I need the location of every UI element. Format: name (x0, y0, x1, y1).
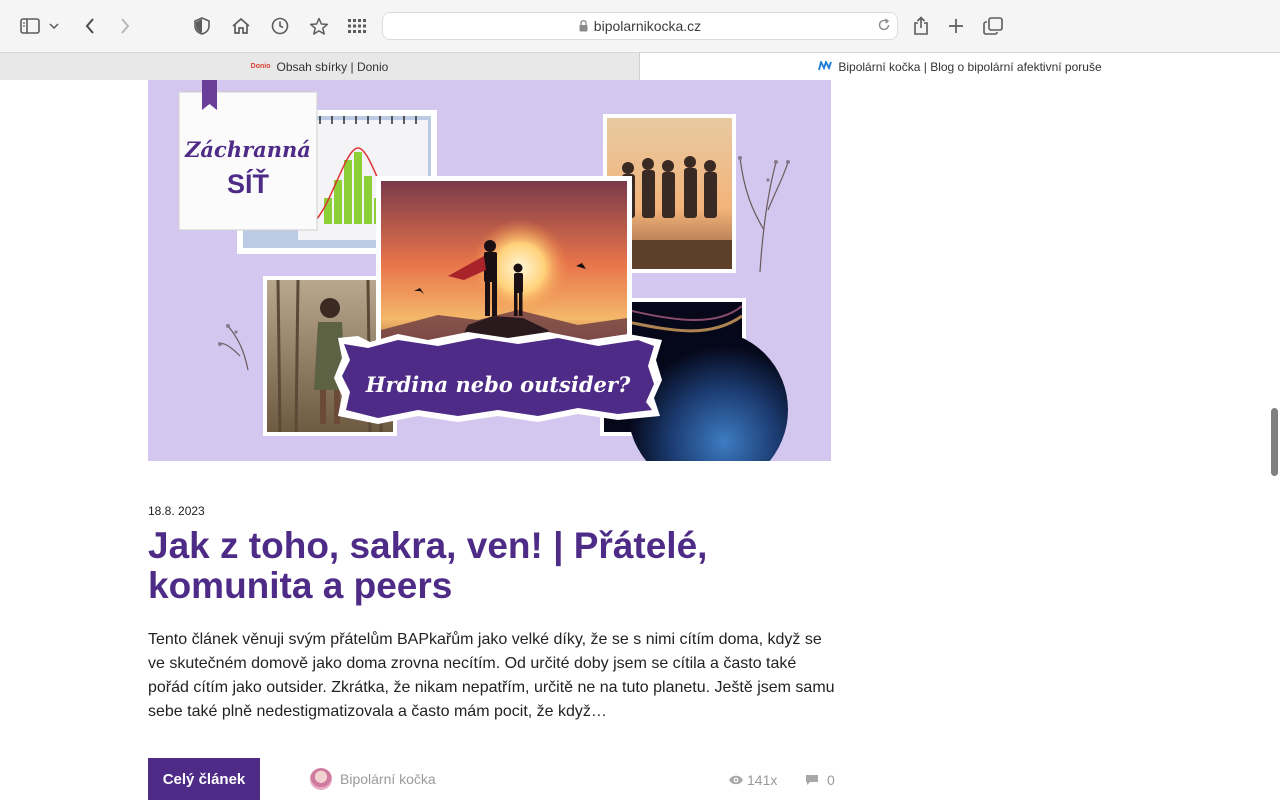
read-more-button[interactable]: Celý článek (148, 758, 260, 800)
grid-apps-icon[interactable] (345, 14, 369, 38)
page-content: Záchranná SÍŤ Hrdina nebo outsider? 18.8… (0, 80, 1280, 800)
comment-count-value: 0 (827, 772, 835, 788)
comment-icon (805, 774, 819, 786)
avatar (310, 768, 332, 790)
tab-label: Obsah sbírky | Donio (276, 59, 389, 74)
forward-arrow-icon[interactable] (113, 14, 137, 38)
post-author[interactable]: Bipolární kočka (310, 768, 436, 790)
chevron-down-icon[interactable] (46, 14, 62, 38)
eye-icon (728, 775, 744, 785)
lock-icon (579, 20, 588, 32)
url-text: bipolarnikocka.cz (593, 18, 702, 34)
history-clock-icon[interactable] (268, 14, 292, 38)
sidebar-toggle-icon[interactable] (18, 14, 42, 38)
tab-overview-icon[interactable] (981, 14, 1005, 38)
reload-icon[interactable] (877, 18, 891, 32)
donio-favicon-icon: Donio (250, 63, 271, 70)
home-icon[interactable] (229, 14, 253, 38)
comment-count[interactable]: 0 (805, 772, 835, 788)
tab-bar: Donio Obsah sbírky | Donio Bipolární koč… (0, 52, 1280, 80)
tab-bipolarni-kocka[interactable]: Bipolární kočka | Blog o bipolární afekt… (640, 53, 1280, 80)
back-arrow-icon[interactable] (78, 14, 102, 38)
tab-label: Bipolární kočka | Blog o bipolární afekt… (838, 59, 1102, 74)
author-name: Bipolární kočka (340, 771, 436, 787)
post-excerpt: Tento článek věnuji svým přátelům BAPkař… (148, 631, 835, 720)
bookmark-star-icon[interactable] (307, 14, 331, 38)
tab-donio[interactable]: Donio Obsah sbírky | Donio (0, 53, 640, 80)
view-count: 141x (728, 772, 777, 788)
featured-image[interactable]: Záchranná SÍŤ Hrdina nebo outsider? (148, 80, 831, 461)
view-count-value: 141x (747, 772, 778, 788)
post-date: 18.8. 2023 (148, 504, 205, 518)
hero-banner-text: Hrdina nebo outsider? (365, 372, 631, 397)
post-title[interactable]: Jak z toho, sakra, ven! | Přátelé, komun… (148, 526, 768, 606)
privacy-shield-icon[interactable] (190, 14, 214, 38)
new-tab-plus-icon[interactable] (944, 14, 968, 38)
browser-toolbar: bipolarnikocka.cz (0, 0, 1280, 52)
blog-favicon-icon (818, 58, 833, 74)
address-bar[interactable]: bipolarnikocka.cz (382, 12, 898, 40)
share-icon[interactable] (909, 14, 933, 38)
page-scrollbar[interactable] (1271, 408, 1278, 476)
hero-note-line2: SÍŤ (227, 168, 270, 199)
hero-note-line1: Záchranná (184, 137, 311, 162)
